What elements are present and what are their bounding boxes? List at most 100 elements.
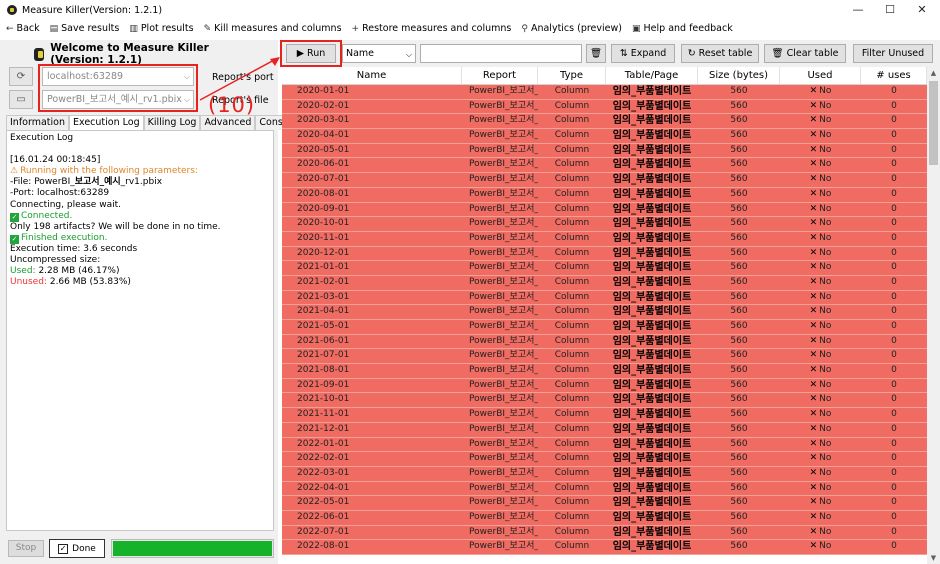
- filter-unused-button[interactable]: Filter Unused: [853, 44, 933, 63]
- table-row[interactable]: 2021-09-01 PowerBI_보고서_(Column 임의_부품별데이트 56…: [282, 378, 927, 394]
- col-header-report[interactable]: Report: [462, 67, 538, 84]
- tab-information[interactable]: Information: [6, 115, 69, 130]
- log-blank: [10, 144, 270, 155]
- scroll-up-icon[interactable]: ▲: [927, 69, 940, 77]
- trash-icon: 🗑: [589, 48, 603, 59]
- table-row[interactable]: 2021-10-01 PowerBI_보고서_(Column 임의_부품별데이트 56…: [282, 393, 927, 409]
- x-mark-icon: ✕: [809, 438, 818, 449]
- execution-log[interactable]: Execution Log [16.01.24 00:18:45] ⚠ Runni…: [6, 130, 274, 531]
- annotation-arrow: [199, 57, 280, 101]
- scroll-down-icon[interactable]: ▼: [927, 554, 940, 562]
- search-field-select[interactable]: Name ⌵: [342, 44, 416, 63]
- cell-table: 임의_부품별데이트: [612, 467, 692, 479]
- table-row[interactable]: 2020-01-01 PowerBI_보고서_(Column 임의_부품별데이트 56…: [282, 85, 927, 100]
- col-header-used[interactable]: Used: [780, 67, 861, 84]
- cell-uses: 0: [891, 482, 897, 493]
- scrollbar-thumb[interactable]: [929, 81, 938, 165]
- tab-advanced[interactable]: Advanced: [200, 115, 256, 130]
- col-header-type[interactable]: Type: [538, 67, 606, 84]
- expand-button[interactable]: ⇅ Expand: [611, 44, 675, 63]
- close-icon[interactable]: ✕: [906, 0, 938, 20]
- run-button[interactable]: ▶ Run: [286, 44, 336, 63]
- cell-type: Column: [554, 86, 590, 96]
- table-row[interactable]: 2021-03-01 PowerBI_보고서_(Column 임의_부품별데이트 56…: [282, 290, 927, 306]
- col-header-size[interactable]: Size (bytes): [698, 67, 780, 84]
- table-row[interactable]: 2022-05-01 PowerBI_보고서_(Column 임의_부품별데이트 56…: [282, 496, 927, 511]
- table-row[interactable]: 2021-02-01 PowerBI_보고서_(Column 임의_부품별데이트 56…: [282, 275, 927, 291]
- cell-report: PowerBI_보고서_(: [469, 159, 538, 170]
- table-row[interactable]: 2021-04-01 PowerBI_보고서_(Column 임의_부품별데이트 56…: [282, 305, 927, 320]
- table-row[interactable]: 2020-10-01 PowerBI_보고서_(Column 임의_부품별데이트 56…: [282, 217, 927, 232]
- menu-analytics[interactable]: ⚲ Analytics (preview): [521, 23, 622, 34]
- table-row[interactable]: 2022-08-01 PowerBI_보고서_(Column 임의_부품별데이트 56…: [282, 540, 927, 555]
- table-row[interactable]: 2020-03-01 PowerBI_보고서_(Column 임의_부품별데이트 56…: [282, 114, 927, 130]
- cell-uses: 0: [891, 188, 897, 199]
- vertical-scrollbar[interactable]: ▲ ▼: [927, 67, 940, 564]
- tab-execution-log[interactable]: Execution Log: [69, 115, 144, 130]
- cell-name: 2020-04-01: [297, 130, 350, 141]
- table-row[interactable]: 2022-02-01 PowerBI_보고서_(Column 임의_부품별데이트 56…: [282, 452, 927, 467]
- cell-size: 560: [730, 159, 748, 170]
- table-row[interactable]: 2020-06-01 PowerBI_보고서_(Column 임의_부품별데이트 56…: [282, 158, 927, 174]
- table-row[interactable]: 2021-06-01 PowerBI_보고서_(Column 임의_부품별데이트 56…: [282, 334, 927, 350]
- minimize-icon[interactable]: —: [842, 0, 874, 20]
- table-row[interactable]: 2022-01-01 PowerBI_보고서_(Column 임의_부품별데이트 56…: [282, 437, 927, 453]
- menu-kill[interactable]: ✎ Kill measures and columns: [204, 23, 342, 34]
- cell-size: 560: [730, 394, 748, 405]
- table-row[interactable]: 2020-11-01 PowerBI_보고서_(Column 임의_부품별데이트 56…: [282, 231, 927, 247]
- cell-size: 560: [730, 276, 748, 287]
- table-row[interactable]: 2020-07-01 PowerBI_보고서_(Column 임의_부품별데이트 56…: [282, 173, 927, 188]
- menu-restore[interactable]: + Restore measures and columns: [352, 23, 512, 34]
- menu-back[interactable]: ← Back: [6, 23, 40, 34]
- cell-name: 2022-04-01: [297, 482, 350, 493]
- col-header-uses[interactable]: # uses: [861, 67, 927, 84]
- table-row[interactable]: 2020-12-01 PowerBI_보고서_(Column 임의_부품별데이트 56…: [282, 246, 927, 262]
- cell-size: 560: [730, 379, 748, 390]
- table-row[interactable]: 2020-05-01 PowerBI_보고서_(Column 임의_부품별데이트 56…: [282, 143, 927, 159]
- browse-file-button[interactable]: ▭: [9, 90, 33, 109]
- table-row[interactable]: 2021-11-01 PowerBI_보고서_(Column 임의_부품별데이트 56…: [282, 408, 927, 423]
- cell-size: 560: [730, 541, 748, 552]
- table-row[interactable]: 2021-08-01 PowerBI_보고서_(Column 임의_부품별데이트 56…: [282, 364, 927, 379]
- table-row[interactable]: 2020-08-01 PowerBI_보고서_(Column 임의_부품별데이트 56…: [282, 187, 927, 203]
- table-row[interactable]: 2022-06-01 PowerBI_보고서_(Column 임의_부품별데이트 56…: [282, 510, 927, 526]
- clear-table-button[interactable]: 🗑 Clear table: [764, 44, 846, 63]
- menu-help[interactable]: ▣ Help and feedback: [632, 23, 733, 34]
- maximize-icon[interactable]: ☐: [874, 0, 906, 20]
- cell-uses: 0: [891, 306, 897, 317]
- table-row[interactable]: 2021-07-01 PowerBI_보고서_(Column 임의_부품별데이트 56…: [282, 349, 927, 365]
- refresh-port-button[interactable]: ⟳: [9, 67, 33, 86]
- table-row[interactable]: 2020-02-01 PowerBI_보고서_(Column 임의_부품별데이트 56…: [282, 99, 927, 115]
- table-row[interactable]: 2020-09-01 PowerBI_보고서_(Column 임의_부품별데이트 56…: [282, 202, 927, 218]
- cell-name: 2021-07-01: [297, 350, 350, 361]
- col-header-table-page[interactable]: Table/Page: [606, 67, 698, 84]
- cell-report: PowerBI_보고서_(: [469, 262, 538, 273]
- table-row[interactable]: 2022-03-01 PowerBI_보고서_(Column 임의_부품별데이트 56…: [282, 466, 927, 482]
- cell-report: PowerBI_보고서_(: [469, 379, 538, 390]
- reset-table-button[interactable]: ↻ Reset table: [681, 44, 759, 63]
- cell-type: Column: [554, 203, 590, 214]
- cell-size: 560: [730, 291, 748, 302]
- done-button[interactable]: ✓ Done: [49, 539, 105, 558]
- table-row[interactable]: 2021-12-01 PowerBI_보고서_(Column 임의_부품별데이트 56…: [282, 422, 927, 438]
- table-row[interactable]: 2022-07-01 PowerBI_보고서_(Column 임의_부품별데이트 56…: [282, 525, 927, 541]
- clear-search-button[interactable]: 🗑: [586, 44, 606, 63]
- cell-uses: 0: [891, 511, 897, 522]
- cell-table: 임의_부품별데이트: [612, 482, 692, 494]
- tab-killing-log[interactable]: Killing Log: [143, 115, 201, 130]
- stop-button[interactable]: Stop: [8, 540, 44, 557]
- cell-name: 2020-03-01: [297, 115, 350, 126]
- menu-save-results[interactable]: ▤ Save results: [50, 23, 120, 34]
- col-header-name[interactable]: Name: [282, 67, 462, 84]
- table-row[interactable]: 2020-04-01 PowerBI_보고서_(Column 임의_부품별데이트 56…: [282, 129, 927, 144]
- cell-used: ✕ No: [809, 174, 832, 185]
- table-row[interactable]: 2022-04-01 PowerBI_보고서_(Column 임의_부품별데이트 56…: [282, 481, 927, 497]
- cell-report: PowerBI_보고서_(: [469, 394, 538, 405]
- table-row[interactable]: 2021-05-01 PowerBI_보고서_(Column 임의_부품별데이트 56…: [282, 320, 927, 335]
- magnifier-icon: ⚲: [521, 23, 528, 34]
- cell-used: ✕ No: [809, 232, 832, 243]
- menu-plot-results[interactable]: ▥ Plot results: [129, 23, 193, 34]
- table-row[interactable]: 2021-01-01 PowerBI_보고서_(Column 임의_부품별데이트 56…: [282, 261, 927, 276]
- search-input[interactable]: [420, 44, 582, 63]
- log-uncompressed: Uncompressed size:: [10, 255, 101, 266]
